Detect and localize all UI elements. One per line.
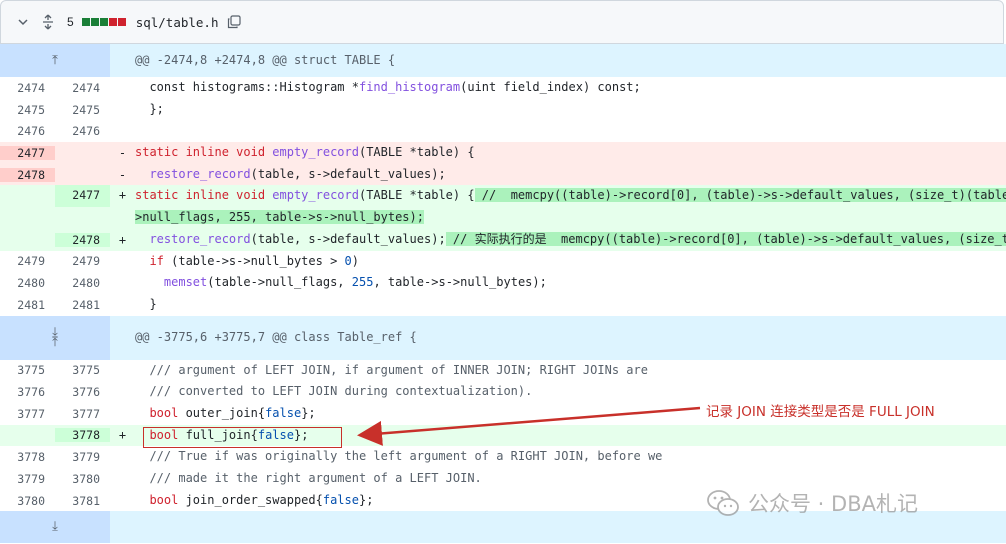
wechat-icon: [707, 490, 739, 516]
annotation-arrow: [357, 406, 701, 446]
watermark-text: 公众号 · DBA札记: [748, 492, 918, 516]
highlight-box: [143, 427, 342, 448]
watermark: 公众号 · DBA札记: [706, 488, 918, 518]
annotation-note: 记录 JOIN 连接类型是否是 FULL JOIN: [706, 404, 935, 420]
